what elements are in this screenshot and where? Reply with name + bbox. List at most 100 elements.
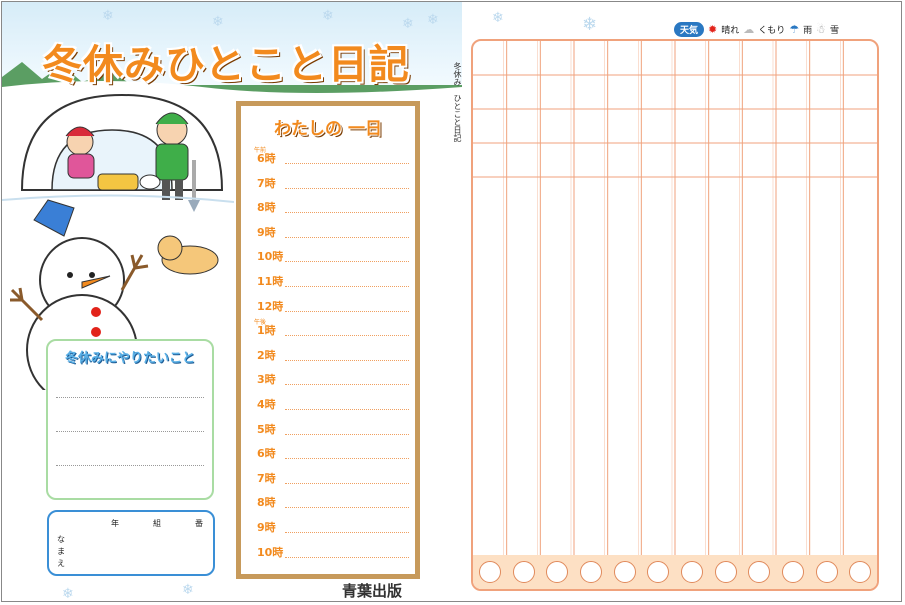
schedule-line[interactable]	[285, 310, 409, 312]
snowflake-icon: ❄	[212, 14, 224, 30]
schedule-row[interactable]: 7時	[251, 468, 409, 488]
schedule-line[interactable]	[285, 261, 409, 263]
date-circle-strip	[473, 555, 877, 589]
name-label-char: な	[57, 535, 65, 544]
date-circle[interactable]	[815, 561, 838, 583]
schedule-title: わたしの 一日	[274, 119, 382, 139]
side-label-winter: 冬休み	[453, 62, 462, 86]
name-label-char: え	[57, 559, 65, 568]
schedule-line[interactable]	[285, 384, 409, 386]
schedule-line[interactable]	[285, 335, 409, 337]
schedule-row[interactable]: 12時	[251, 296, 409, 316]
schedule-line[interactable]	[285, 359, 409, 361]
wish-title: 冬休みにやりたいこと	[64, 351, 195, 366]
snowflake-icon: ❄	[402, 16, 414, 32]
schedule-line[interactable]	[285, 433, 409, 435]
hour-label: 11時	[257, 275, 284, 288]
hour-label: 10時	[257, 250, 284, 264]
weather-label-sunny: 晴れ	[721, 26, 740, 36]
schedule-line[interactable]	[285, 507, 409, 509]
hour-label: 12時	[257, 299, 284, 313]
schedule-line[interactable]	[285, 409, 409, 410]
date-circle[interactable]	[647, 561, 670, 583]
schedule-row[interactable]: 5時	[251, 419, 409, 439]
schedule-line[interactable]	[285, 532, 409, 533]
schedule-row[interactable]: 午前 6時	[251, 147, 409, 168]
date-circle[interactable]	[478, 561, 501, 583]
winter-wish-box[interactable]: 冬休みにやりたいこと	[46, 339, 214, 500]
schedule-line[interactable]	[285, 458, 409, 460]
date-circle[interactable]	[579, 561, 602, 583]
schedule-row[interactable]: 3時	[251, 369, 409, 389]
weather-label-rain: 雨	[803, 26, 813, 36]
date-circle[interactable]	[781, 561, 804, 583]
weather-label-cloudy: くもり	[758, 26, 786, 36]
date-circle[interactable]	[714, 561, 737, 583]
cloud-icon: ☁	[743, 23, 755, 36]
schedule-row[interactable]: 2時	[251, 345, 409, 365]
diary-writing-grid[interactable]	[471, 39, 879, 591]
schedule-row[interactable]: 午後 1時	[251, 319, 409, 340]
schedule-line[interactable]	[285, 236, 409, 238]
hour-label: 6時	[257, 447, 276, 461]
grid-lines	[473, 41, 877, 555]
schedule-row[interactable]: 8時	[251, 197, 409, 217]
wish-line[interactable]	[56, 397, 204, 398]
hour-label: 7時	[257, 471, 276, 485]
date-circle[interactable]	[849, 561, 872, 583]
schedule-line[interactable]	[285, 482, 409, 484]
schedule-row[interactable]: 9時	[251, 517, 409, 537]
publisher-name: 青葉出版	[342, 582, 403, 600]
name-box[interactable]: 年 組 番 な ま え	[47, 510, 215, 576]
schedule-row[interactable]: 11時	[251, 271, 409, 291]
schedule-line[interactable]	[285, 556, 409, 558]
hour-label: 6時	[257, 152, 276, 165]
date-circle[interactable]	[680, 561, 703, 583]
number-label: 番	[195, 519, 203, 528]
snowflake-icon: ❄	[492, 10, 504, 26]
hour-label: 10時	[257, 545, 284, 559]
schedule-line[interactable]	[285, 212, 409, 214]
diary-sheet: ❄ ❄ ❄ ❄ 冬休みひとこと日記 ❄ ❄ ❄ 冬休み ひとこと日記 天気 ✹ …	[1, 1, 902, 602]
snowflake-icon: ❄	[62, 586, 74, 602]
side-label-diary: ひとこと日記	[453, 94, 462, 142]
winter-banner: ❄ ❄ ❄ ❄ 冬休みひとこと日記	[2, 2, 462, 97]
hour-label: 8時	[257, 201, 276, 215]
class-label: 組	[153, 519, 161, 528]
hour-label: 1時	[257, 324, 276, 338]
date-circle[interactable]	[546, 561, 569, 583]
schedule-row[interactable]: 7時	[251, 173, 409, 193]
schedule-row[interactable]: 9時	[251, 222, 409, 242]
weather-tag: 天気	[674, 22, 705, 37]
weather-label-snow: 雪	[830, 26, 840, 36]
snowman-icon: ☃	[816, 23, 827, 36]
schedule-row[interactable]: 10時	[251, 246, 409, 266]
wish-line[interactable]	[56, 465, 204, 466]
page-title: 冬休みひとこと日記	[42, 42, 410, 88]
hour-label: 4時	[257, 398, 276, 411]
schedule-row[interactable]: 10時	[251, 542, 409, 562]
schedule-row[interactable]: 6時	[251, 443, 409, 463]
daily-schedule-box: わたしの 一日 午前 6時 7時 8時 9時 10時 11時 12時午後 1時 2時 3時 4時 5時 6…	[236, 101, 420, 579]
hour-label: 8時	[257, 496, 276, 510]
hour-label: 2時	[257, 348, 276, 362]
sun-icon: ✹	[708, 23, 718, 36]
year-label: 年	[111, 519, 119, 528]
hour-label: 9時	[257, 225, 276, 239]
schedule-row[interactable]: 8時	[251, 492, 409, 512]
schedule-line[interactable]	[285, 187, 409, 189]
snowflake-icon: ❄	[182, 582, 194, 598]
snowflake-icon: ❄	[427, 12, 439, 28]
hour-label: 5時	[257, 422, 276, 436]
schedule-line[interactable]	[285, 163, 409, 164]
schedule-line[interactable]	[285, 286, 409, 287]
wish-line[interactable]	[56, 431, 204, 432]
date-circle[interactable]	[613, 561, 636, 583]
hour-label: 9時	[257, 521, 276, 534]
date-circle[interactable]	[512, 561, 535, 583]
snowflake-icon: ❄	[322, 8, 334, 24]
schedule-row[interactable]: 4時	[251, 394, 409, 414]
snowflake-icon: ❄	[102, 8, 114, 24]
umbrella-icon: ☂	[789, 23, 800, 36]
date-circle[interactable]	[748, 561, 771, 583]
